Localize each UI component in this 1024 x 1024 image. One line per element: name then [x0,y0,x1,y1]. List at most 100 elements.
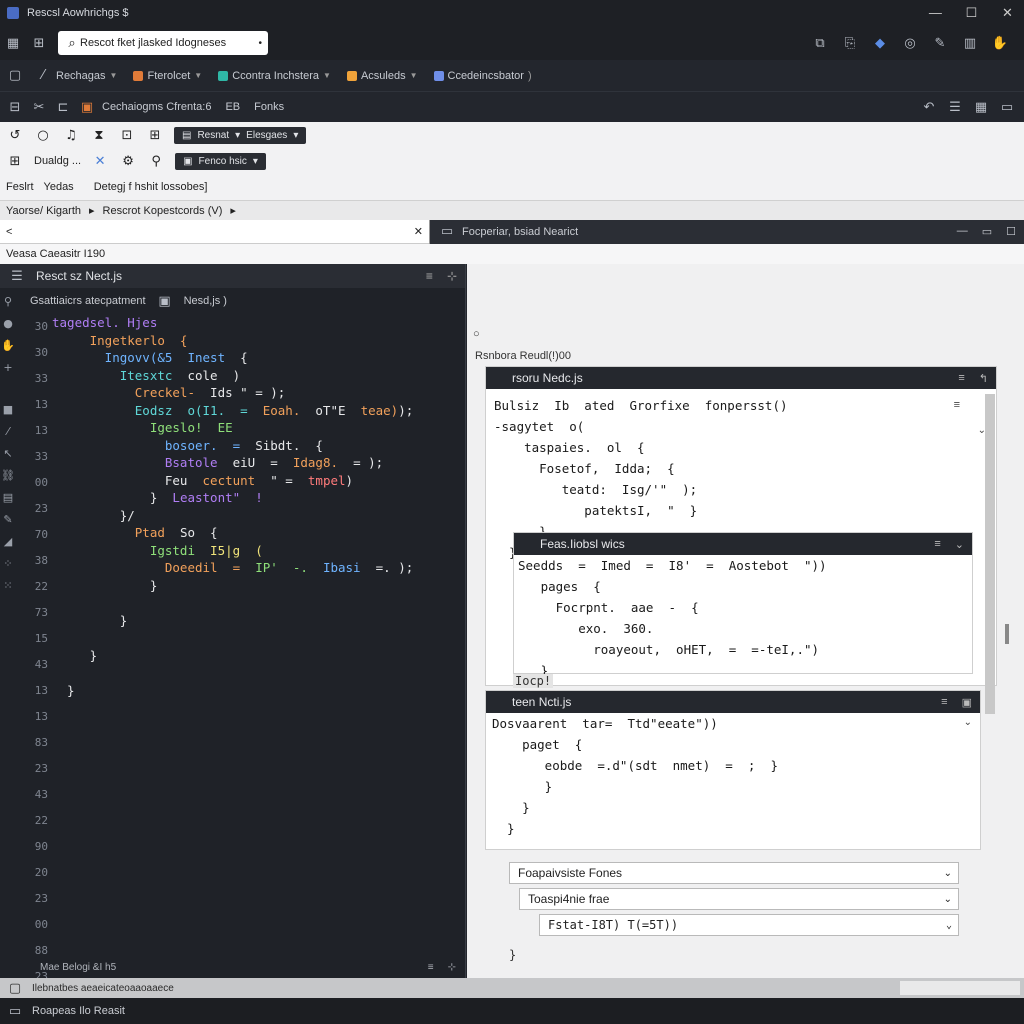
find-input[interactable]: < ✕ [0,219,430,244]
fenco-dropdown[interactable]: ▣ Fenco hsic ▾ [175,152,266,170]
grid-list-icon[interactable]: ▥ [960,33,980,53]
menu-item-1[interactable]: Fterolcet ▼ [127,70,208,82]
cursor-icon[interactable]: ↖ [1,446,15,460]
code-line[interactable] [52,664,462,682]
menu-item-0[interactable]: ⁄ Rechagas ▼ [28,67,123,85]
scrollbar-vertical[interactable] [985,394,995,714]
ribbon-link-1[interactable]: Yedas [44,181,74,193]
maximize-icon[interactable]: ☐ [955,5,988,21]
settings-icon[interactable]: ⚙ [119,152,137,170]
dots-grid-icon[interactable]: ⁘ [1,556,15,570]
code-line[interactable]: Bsatole eiU = Idag8. = ); [52,454,462,472]
code-editor[interactable]: ☰ Resct sz Nect.js ≡ ⊹ Gsattiaicrs atecpa… [0,264,466,1009]
save-icon[interactable]: ⎘ [840,33,860,53]
badge-icon[interactable]: ■ [1,402,15,416]
code-line[interactable]: }/ [52,507,462,525]
scissors-icon[interactable]: ✂ [30,98,48,116]
footer-pin-icon[interactable]: ⊹ [448,962,456,973]
maximize-panel-icon[interactable]: ☐ [1006,225,1016,238]
code-line[interactable]: Ingetkerlo { [52,332,462,350]
panel-icon[interactable]: ▢ [6,67,24,85]
undo-icon[interactable]: ↺ [6,126,24,144]
editor-pin-icon[interactable]: ⊹ [447,269,457,283]
code-line[interactable]: } [52,682,462,700]
clear-icon[interactable]: ✕ [414,225,423,238]
panel-3-list-icon[interactable]: ≡ [941,696,947,709]
code-line[interactable]: Igstdi I5|g ( [52,542,462,560]
dots-grid2-icon[interactable]: ⁙ [1,578,15,592]
frame-icon[interactable]: ⊞ [146,126,164,144]
code-line[interactable]: Creckel- Ids " = ); [52,384,462,402]
code-text[interactable]: tagedsel. Hjes Ingetkerlo { Ingovv(&5 In… [52,314,462,699]
panel-1-menu-icon[interactable]: ≡ [954,399,960,411]
menu-item-3[interactable]: Acsuleds ▼ [341,70,424,82]
search-more-icon[interactable]: • [258,38,262,49]
menu-icon[interactable]: ☰ [8,267,26,285]
chart-small-icon[interactable]: ◢ [1,534,15,548]
menu-item-4[interactable]: Ccedeincsbator) [428,70,538,82]
link-icon[interactable]: ⛓ [1,468,15,482]
apps-icon[interactable]: ⊞ [30,34,48,52]
panel-1-expand-icon[interactable]: ↰ [979,372,988,385]
panel-2-collapse-icon[interactable]: ⌄ [955,538,964,551]
panel-3-code[interactable]: Dosvaarent tar= Ttd"eeate")) paget { eob… [492,713,778,839]
close-icon[interactable]: ✕ [991,5,1024,21]
card-icon[interactable]: ▤ [1,490,15,504]
ribbon-label-a[interactable]: Dualdg ... [34,155,81,167]
tools-icon[interactable]: ✕ [91,152,109,170]
table-icon[interactable]: ▦ [972,98,990,116]
crop-icon[interactable]: ⊡ [118,126,136,144]
panel-1-list-icon[interactable]: ≡ [958,372,964,385]
pencil-icon[interactable]: ✎ [1,512,15,526]
code-line[interactable]: Doeedil = IP' -. Ibasi =. ); [52,559,462,577]
grid-small-icon[interactable]: ⊞ [6,152,24,170]
record-icon[interactable]: ● [1,316,15,330]
bar2-label-2[interactable]: EB [225,101,240,113]
radio-icon[interactable]: ○ [473,328,480,340]
panel-2-list-icon[interactable]: ≡ [934,538,940,551]
window-icon[interactable]: ▭ [998,98,1016,116]
panel-2-code[interactable]: Seedds = Imed = I8' = Aostebot ")) pages… [518,555,827,681]
plus-icon[interactable]: + [1,360,15,374]
minimize-icon[interactable]: — [919,5,952,20]
code-line[interactable]: bosoer. = Sibdt. { [52,437,462,455]
panel-3[interactable]: teen Ncti.js ≡ ▣ Dosvaarent tar= Ttd"eeat… [485,690,981,850]
code-line[interactable]: tagedsel. Hjes [52,314,462,332]
panel-2[interactable]: Feas.Iiobsl wics ≡ ⌄ Seedds = Imed = I8' … [513,532,973,678]
search-box[interactable]: ⌕ • [58,31,268,55]
windows-icon[interactable]: ⧉ [810,33,830,53]
resnat-dropdown[interactable]: ▤ Resnat ▾ Elesgaes ▾ [174,126,307,144]
code-line[interactable]: Igeslo! EE [52,419,462,437]
bar2-label-3[interactable]: Fonks [254,101,284,113]
hand-small-icon[interactable]: ✋ [1,338,15,352]
grid-icon[interactable]: ▦ [4,34,22,52]
list-icon[interactable]: ☰ [946,98,964,116]
bar2-label-1[interactable]: Cechaiogms Cfrenta:6 [102,101,211,113]
code-line[interactable]: Ingovv(&5 Inest { [52,349,462,367]
code-line[interactable]: Ptad So { [52,524,462,542]
shapes-icon[interactable]: ◆ [870,33,890,53]
split-icon[interactable]: ⊏ [54,98,72,116]
target-icon[interactable]: ◎ [900,33,920,53]
panel-3-window-icon[interactable]: ▣ [962,696,972,709]
editor-list-icon[interactable]: ≡ [426,269,433,283]
code-line[interactable] [52,629,462,647]
music-icon[interactable]: ♫ [62,126,80,144]
dropdown-2[interactable]: Toaspi4nie frae ⌄ [519,888,959,910]
pin-icon[interactable]: ⚲ [1,294,15,308]
editor-tab[interactable]: ☰ Resct sz Nect.js ≡ ⊹ [0,264,465,288]
breadcrumb-item-0[interactable]: Yaorse/ Kigarth [6,205,81,217]
layout-icon[interactable]: ⊟ [6,98,24,116]
editor-sub-left[interactable]: Gsattiaicrs atecpatment [30,295,146,307]
horizontal-scrollbar[interactable] [900,981,1020,995]
code-line[interactable]: } Leastont" ! [52,489,462,507]
circle-icon[interactable]: ○ [34,126,52,144]
breadcrumb-item-1[interactable]: Rescrot Kopestcords (V) [103,205,223,217]
back-icon[interactable]: ↶ [920,98,938,116]
ribbon-link-2[interactable]: Detegj f hshit lossobes] [94,181,208,193]
code-line[interactable]: } [52,647,462,665]
search-input[interactable] [80,37,259,49]
code-line[interactable]: Feu cectunt " = tmpel) [52,472,462,490]
panel-3-chevron-icon[interactable]: ⌄ [964,717,972,728]
hand-icon[interactable]: ✋ [990,33,1010,53]
